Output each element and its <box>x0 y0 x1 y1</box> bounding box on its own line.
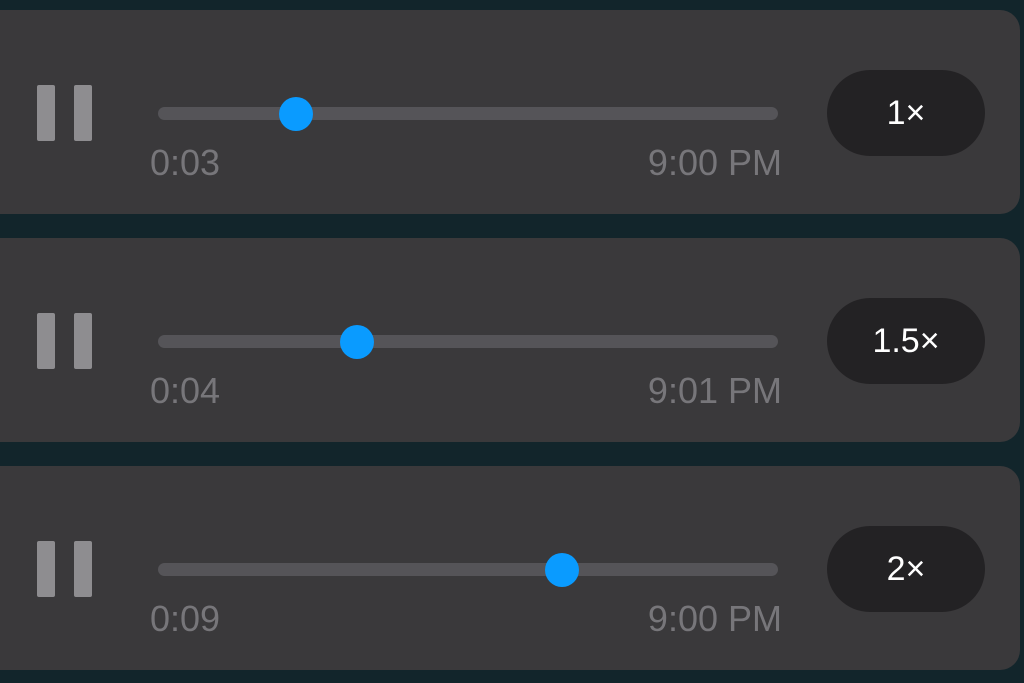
playback-speed-button[interactable]: 2× <box>827 526 985 612</box>
playback-slider-thumb[interactable] <box>278 96 313 131</box>
voice-message-3: 0:09 9:00 PM 2× <box>0 466 1020 670</box>
message-timestamp: 9:01 PM <box>647 370 782 411</box>
pause-icon <box>37 85 55 141</box>
playback-slider-thumb[interactable] <box>340 324 375 359</box>
pause-icon-bar <box>74 541 92 597</box>
playback-slider[interactable] <box>158 324 778 359</box>
pause-icon <box>37 541 55 597</box>
playback-slider[interactable] <box>158 552 778 587</box>
elapsed-time: 0:09 <box>150 598 221 639</box>
playback-slider-thumb[interactable] <box>545 552 580 587</box>
playback-speed-button[interactable]: 1.5× <box>827 298 985 384</box>
message-timestamp: 9:00 PM <box>647 598 782 639</box>
playback-slider[interactable] <box>158 96 778 131</box>
pause-icon <box>37 313 55 369</box>
message-timestamp: 9:00 PM <box>647 142 782 183</box>
elapsed-time: 0:04 <box>150 370 221 411</box>
elapsed-time: 0:03 <box>150 142 221 183</box>
pause-icon-bar <box>74 85 92 141</box>
pause-button[interactable] <box>37 541 92 597</box>
pause-button[interactable] <box>37 313 92 369</box>
voice-message-1: 0:03 9:00 PM 1× <box>0 10 1020 214</box>
voice-message-2: 0:04 9:01 PM 1.5× <box>0 238 1020 442</box>
playback-speed-button[interactable]: 1× <box>827 70 985 156</box>
pause-button[interactable] <box>37 85 92 141</box>
pause-icon-bar <box>74 313 92 369</box>
